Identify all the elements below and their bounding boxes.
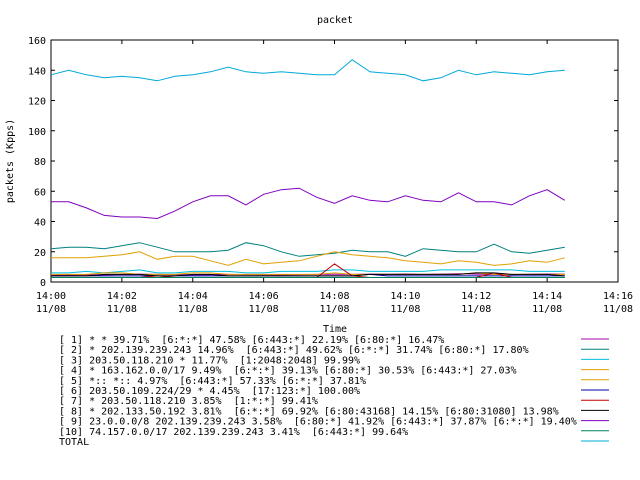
x-tick-label: 14:08 (319, 291, 349, 302)
x-tick-label: 14:06 (249, 291, 279, 302)
packet-chart: packet packets (Kpps) Time 0 20 40 60 80 100 1… (5, 15, 633, 448)
y-tick-label: 0 (40, 278, 46, 289)
x-tick-label: 14:00 (36, 291, 66, 302)
x-tick-date-label: 11/08 (390, 304, 420, 315)
x-tick-label: 14:16 (603, 291, 633, 302)
x-tick-date-label: 11/08 (532, 304, 562, 315)
x-tick-date-label: 11/08 (36, 304, 66, 315)
chart-title: packet (317, 15, 353, 26)
y-tick-label: 140 (28, 66, 46, 77)
x-tick-date-label: 11/08 (107, 304, 137, 315)
x-tick-label: 14:02 (107, 291, 137, 302)
y-tick-label: 80 (34, 157, 46, 168)
y-tick-label: 120 (28, 97, 46, 108)
series-line-9 (51, 187, 566, 220)
x-tick-label: 14:10 (390, 291, 420, 302)
x-tick-label: 14:14 (532, 291, 562, 302)
series-lines (50, 59, 566, 278)
x-tick-label: 14:04 (178, 291, 208, 302)
x-axis-label: Time (323, 324, 347, 335)
y-axis: 0 20 40 60 80 100 120 140 160 (28, 36, 618, 289)
y-tick-label: 160 (28, 36, 46, 47)
series-line-11 (50, 59, 565, 82)
series-line-4 (51, 251, 565, 266)
plot-frame (50, 39, 619, 283)
x-tick-date-label: 11/08 (319, 304, 349, 315)
y-tick-label: 100 (28, 127, 46, 138)
y-axis-label: packets (Kpps) (5, 119, 16, 203)
x-tick-label: 14:12 (461, 291, 491, 302)
legend-entry-11: TOTAL (59, 437, 89, 448)
y-tick-label: 60 (34, 187, 46, 198)
y-tick-label: 20 (34, 248, 46, 259)
x-tick-date-label: 11/08 (249, 304, 279, 315)
legend: [ 1] * * 39.71% [6:*:*] 47.58% [6:443:*]… (59, 335, 609, 448)
y-tick-label: 40 (34, 218, 46, 229)
x-tick-date-label: 11/08 (603, 304, 633, 315)
legend-entry-10: [10] 74.157.0.0/17 202.139.239.243 3.41%… (59, 427, 408, 438)
x-tick-date-label: 11/08 (461, 304, 491, 315)
x-tick-date-label: 11/08 (178, 304, 208, 315)
